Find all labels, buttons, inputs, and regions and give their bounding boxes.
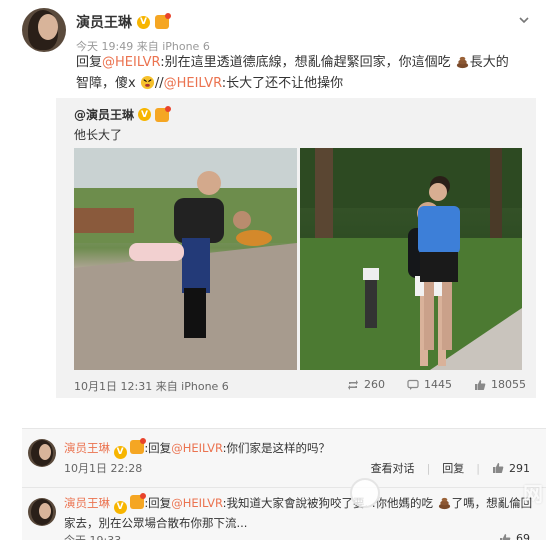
verified-icon: V [113, 500, 127, 514]
comment-body: :我知道大家會說被狗咬了要...你他媽的吃 [222, 496, 433, 510]
post-header: 演员王琳 V 今天 19:49 来自 iPhone 6 [22, 8, 536, 58]
verified-icon: V [113, 445, 127, 459]
repost-icon [348, 379, 358, 390]
comment-actions: 查看对话 | 回复 | 291 [371, 460, 530, 476]
comment-like-button[interactable]: 291 [492, 462, 530, 475]
weibo-post-page: 演员王琳 V 今天 19:49 来自 iPhone 6 回复@HEILVR:别在… [0, 0, 550, 540]
watermark-logo [350, 478, 380, 508]
comment-text: 演员王琳 V :回复@HEILVR:你们家是这样的吗？ [64, 438, 534, 459]
comment-like-button[interactable]: 69 [499, 532, 530, 540]
reply-link[interactable]: 回复 [442, 460, 464, 476]
reply-prefix: 回复 [76, 55, 103, 70]
comment-body: :你们家是这样的吗？ [222, 441, 331, 455]
comment-author[interactable]: 演员王琳 [64, 441, 110, 455]
comment-time: 10月1日 22:28 [64, 462, 143, 475]
like-count: 18055 [491, 378, 526, 391]
photo-1-scene [74, 148, 297, 370]
angry-emoji-icon [140, 75, 154, 90]
member-badge-icon [155, 105, 172, 122]
view-conversation-link[interactable]: 查看对话 [371, 460, 415, 476]
post-photo-1[interactable] [74, 148, 297, 370]
comment-actions: 69 [499, 532, 530, 540]
member-badge-icon [130, 493, 147, 509]
comment-avatar[interactable] [28, 498, 56, 526]
watermark-text: 网 [523, 482, 544, 506]
comment-like-count: 291 [509, 461, 530, 475]
author-name[interactable]: 演员王琳 [76, 12, 132, 32]
comment-item: 演员王琳 V :回复@HEILVR:你们家是这样的吗？ 10月1日 22:28 … [22, 429, 546, 487]
photo-2-scene [300, 148, 522, 370]
member-badge-icon [130, 438, 147, 454]
quoted-footer: 10月1日 12:31 来自 iPhone 6 260 1445 18055 [74, 378, 526, 394]
post-photo-2[interactable] [300, 148, 522, 370]
comment-prefix: :回复 [144, 441, 172, 455]
thumbs-up-icon [500, 533, 511, 540]
chevron-down-icon[interactable] [518, 14, 530, 26]
verified-icon: V [137, 15, 150, 29]
author-row: 演员王琳 V [76, 12, 171, 32]
comment-author[interactable]: 演员王琳 [64, 496, 110, 510]
comment-mention[interactable]: @HEILVR [171, 496, 222, 510]
quoted-author[interactable]: @演员王琳 [74, 106, 134, 123]
quoted-author-row: @演员王琳 V [74, 105, 172, 123]
quoted-post[interactable]: @演员王琳 V 他长大了 10月1日 12:31 来自 iPhone 6 260… [56, 98, 536, 398]
action-divider: | [476, 461, 480, 475]
comment-time: 今天 19:33 [64, 532, 121, 540]
comment-like-count: 69 [516, 532, 530, 540]
quoted-stats: 260 1445 18055 [347, 378, 526, 391]
comment-avatar[interactable] [28, 439, 56, 467]
quoted-text: 他长大了 [74, 128, 123, 142]
comment-text: 演员王琳 V :回复@HEILVR:我知道大家會說被狗咬了要...你他媽的吃 了… [64, 493, 534, 532]
post-text-part4: :长大了还不让他操你 [221, 76, 344, 91]
poop-emoji-icon [438, 497, 450, 510]
comment-button[interactable]: 1445 [407, 378, 452, 391]
repost-button[interactable]: 260 [347, 378, 385, 391]
post-text: 回复@HEILVR:别在這里透道德底線，想亂倫趕緊回家，你這個吃 長大的智障，傻… [76, 52, 516, 94]
post-text-part3: // [154, 76, 164, 91]
quoted-date[interactable]: 10月1日 12:31 来自 iPhone 6 [74, 378, 229, 394]
repost-count: 260 [364, 378, 385, 391]
comment-icon [407, 379, 419, 390]
thumbs-up-icon [475, 379, 486, 390]
mention-link-2[interactable]: @HEILVR [164, 76, 222, 91]
thumbs-up-icon [493, 463, 504, 473]
mention-link[interactable]: @HEILVR [102, 55, 160, 70]
member-badge-icon [155, 13, 171, 29]
comment-count: 1445 [424, 378, 452, 391]
poop-emoji-icon [456, 56, 468, 69]
verified-icon: V [138, 108, 152, 121]
post-text-part1: :别在這里透道德底線，想亂倫趕緊回家，你這個吃 [160, 55, 451, 70]
action-divider: | [426, 461, 431, 475]
comments-section: 演员王琳 V :回复@HEILVR:你们家是这样的吗？ 10月1日 22:28 … [22, 428, 546, 540]
author-avatar[interactable] [22, 8, 66, 52]
comment-prefix: :回复 [144, 496, 172, 510]
like-button[interactable]: 18055 [474, 378, 526, 391]
comment-item: 演员王琳 V :回复@HEILVR:我知道大家會說被狗咬了要...你他媽的吃 了… [22, 487, 546, 540]
comment-mention[interactable]: @HEILVR [171, 441, 222, 455]
